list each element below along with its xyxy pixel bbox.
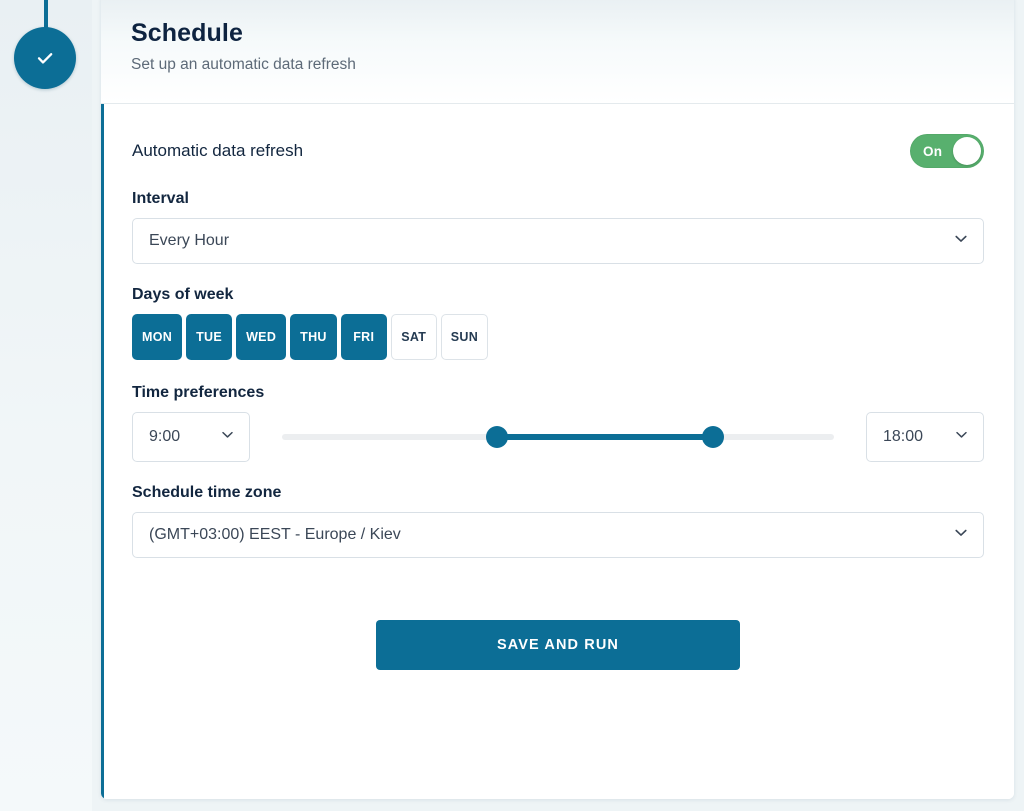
toggle-knob <box>953 137 981 165</box>
interval-label: Interval <box>132 190 189 207</box>
time-preferences-row: 9:00 18:00 <box>132 412 984 462</box>
start-time-value: 9:00 <box>149 428 181 445</box>
timezone-block: Schedule time zone (GMT+03:00) EEST - Eu… <box>132 484 984 558</box>
chevron-down-icon <box>954 427 969 447</box>
page-title: Schedule <box>131 19 243 47</box>
stepper-step-completed[interactable] <box>14 27 76 89</box>
days-of-week-row: MON TUE WED THU FRI SAT SUN <box>132 314 984 360</box>
days-of-week-block: Days of week MON TUE WED THU FRI SAT SUN <box>132 286 984 360</box>
check-icon <box>32 45 58 71</box>
day-chip-sat[interactable]: SAT <box>390 314 437 360</box>
day-chip-tue[interactable]: TUE <box>186 314 233 360</box>
chevron-down-icon <box>953 525 969 546</box>
end-time-value: 18:00 <box>883 428 924 445</box>
save-and-run-button[interactable]: SAVE AND RUN <box>376 620 740 670</box>
card-header: Schedule Set up an automatic data refres… <box>101 0 1014 104</box>
days-of-week-label: Days of week <box>132 286 234 303</box>
slider-handle-end[interactable] <box>701 426 724 448</box>
schedule-card: Schedule Set up an automatic data refres… <box>101 0 1014 799</box>
time-preferences-block: Time preferences 9:00 18:00 <box>132 384 984 462</box>
interval-block: Interval Every Hour <box>132 190 984 264</box>
chevron-down-icon <box>220 427 235 447</box>
day-chip-sun[interactable]: SUN <box>440 314 489 360</box>
timezone-select[interactable]: (GMT+03:00) EEST - Europe / Kiev <box>132 512 984 558</box>
timezone-selected-value: (GMT+03:00) EEST - Europe / Kiev <box>149 526 401 543</box>
time-range-slider[interactable] <box>282 424 834 450</box>
timezone-label: Schedule time zone <box>132 484 282 501</box>
interval-selected-value: Every Hour <box>149 232 230 249</box>
day-chip-mon[interactable]: MON <box>132 314 183 360</box>
stepper-rail <box>0 0 92 811</box>
chevron-down-icon <box>953 231 969 252</box>
toggle-state-label: On <box>923 143 943 159</box>
start-time-select[interactable]: 9:00 <box>132 412 250 462</box>
automatic-data-refresh-label: Automatic data refresh <box>132 141 304 160</box>
interval-select[interactable]: Every Hour <box>132 218 984 264</box>
automatic-data-refresh-row: Automatic data refresh On <box>132 134 984 168</box>
slider-selected-range <box>497 434 713 440</box>
page-subtitle: Set up an automatic data refresh <box>131 56 356 74</box>
day-chip-thu[interactable]: THU <box>290 314 337 360</box>
day-chip-wed[interactable]: WED <box>236 314 287 360</box>
save-row: SAVE AND RUN <box>132 620 984 670</box>
day-chip-fri[interactable]: FRI <box>340 314 387 360</box>
slider-handle-start[interactable] <box>486 426 509 448</box>
automatic-data-refresh-toggle[interactable]: On <box>910 134 984 168</box>
time-preferences-label: Time preferences <box>132 384 265 401</box>
card-body: Automatic data refresh On Interval Every… <box>101 104 1014 799</box>
end-time-select[interactable]: 18:00 <box>866 412 984 462</box>
